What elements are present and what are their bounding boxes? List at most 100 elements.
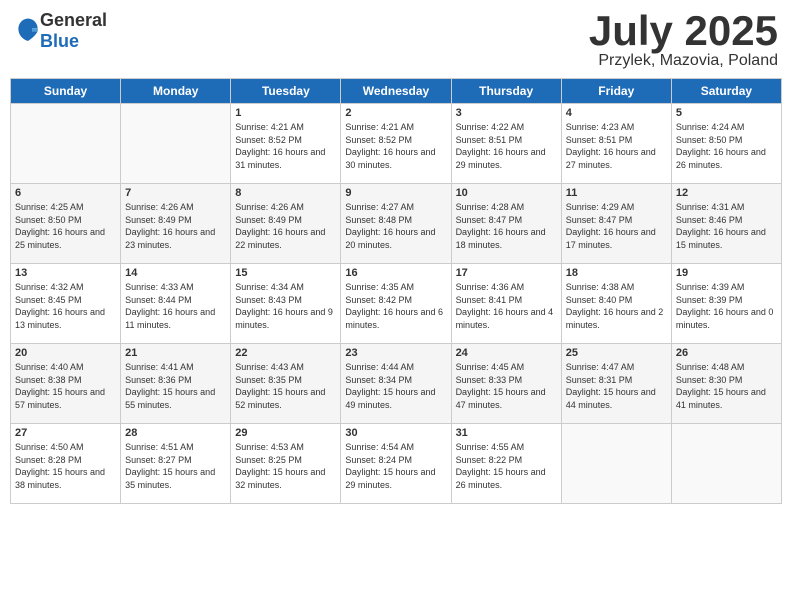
day-cell-2-4: 17Sunrise: 4:36 AM Sunset: 8:41 PM Dayli… bbox=[451, 264, 561, 344]
day-info-0-2: Sunrise: 4:21 AM Sunset: 8:52 PM Dayligh… bbox=[235, 121, 336, 171]
logo-blue-text: Blue bbox=[40, 31, 107, 52]
weekday-header-row: Sunday Monday Tuesday Wednesday Thursday… bbox=[11, 79, 782, 104]
day-number-3-2: 22 bbox=[235, 347, 336, 359]
header: General Blue July 2025 Przylek, Mazovia,… bbox=[10, 10, 782, 70]
day-cell-4-0: 27 Sunrise: 4:50 AM Sunset: 8:28 PM Dayli… bbox=[11, 424, 121, 504]
day-cell-3-5: 25 Sunrise: 4:47 AM Sunset: 8:31 PM Dayli… bbox=[561, 344, 671, 424]
day-cell-0-4: 3 Sunrise: 4:22 AM Sunset: 8:51 PM Daylig… bbox=[451, 104, 561, 184]
day-info-3-4: Sunrise: 4:45 AM Sunset: 8:33 PM Dayligh… bbox=[456, 361, 557, 411]
day-info-2-5: Sunrise: 4:38 AM Sunset: 8:40 PM Dayligh… bbox=[566, 281, 667, 331]
day-number-3-1: 21 bbox=[125, 347, 226, 359]
day-number-2-2: 15 bbox=[235, 267, 336, 279]
day-number-4-3: 30 bbox=[345, 427, 446, 439]
day-info-1-3: Sunrise: 4:27 AM Sunset: 8:48 PM Dayligh… bbox=[345, 201, 446, 251]
day-number-1-0: 6 bbox=[15, 187, 116, 199]
header-saturday: Saturday bbox=[671, 79, 781, 104]
day-info-2-2: Sunrise: 4:34 AM Sunset: 8:43 PM Dayligh… bbox=[235, 281, 336, 331]
day-cell-1-0: 6 Sunrise: 4:25 AM Sunset: 8:50 PM Daylig… bbox=[11, 184, 121, 264]
page: General Blue July 2025 Przylek, Mazovia,… bbox=[0, 0, 792, 612]
logo-text: General Blue bbox=[40, 10, 107, 52]
day-cell-2-1: 14 Sunrise: 4:33 AM Sunset: 8:44 PM Dayli… bbox=[121, 264, 231, 344]
day-info-4-0: Sunrise: 4:50 AM Sunset: 8:28 PM Dayligh… bbox=[15, 441, 116, 491]
day-info-3-5: Sunrise: 4:47 AM Sunset: 8:31 PM Dayligh… bbox=[566, 361, 667, 411]
day-info-1-4: Sunrise: 4:28 AM Sunset: 8:47 PM Dayligh… bbox=[456, 201, 557, 251]
calendar-table: Sunday Monday Tuesday Wednesday Thursday… bbox=[10, 78, 782, 504]
day-number-4-4: 31 bbox=[456, 427, 557, 439]
day-number-1-3: 9 bbox=[345, 187, 446, 199]
header-sunday: Sunday bbox=[11, 79, 121, 104]
day-cell-1-5: 11Sunrise: 4:29 AM Sunset: 8:47 PM Dayli… bbox=[561, 184, 671, 264]
day-cell-3-1: 21Sunrise: 4:41 AM Sunset: 8:36 PM Dayli… bbox=[121, 344, 231, 424]
day-number-0-2: 1 bbox=[235, 107, 336, 119]
day-number-3-6: 26 bbox=[676, 347, 777, 359]
day-info-1-6: Sunrise: 4:31 AM Sunset: 8:46 PM Dayligh… bbox=[676, 201, 777, 251]
calendar-body: 1 Sunrise: 4:21 AM Sunset: 8:52 PM Daylig… bbox=[11, 104, 782, 504]
day-number-3-5: 25 bbox=[566, 347, 667, 359]
day-number-1-1: 7 bbox=[125, 187, 226, 199]
day-info-1-0: Sunrise: 4:25 AM Sunset: 8:50 PM Dayligh… bbox=[15, 201, 116, 251]
day-cell-1-6: 12 Sunrise: 4:31 AM Sunset: 8:46 PM Dayli… bbox=[671, 184, 781, 264]
day-cell-1-2: 8 Sunrise: 4:26 AM Sunset: 8:49 PM Daylig… bbox=[231, 184, 341, 264]
day-cell-4-2: 29Sunrise: 4:53 AM Sunset: 8:25 PM Dayli… bbox=[231, 424, 341, 504]
logo-icon bbox=[16, 17, 40, 45]
week-row-3: 20Sunrise: 4:40 AM Sunset: 8:38 PM Dayli… bbox=[11, 344, 782, 424]
day-number-1-6: 12 bbox=[676, 187, 777, 199]
day-cell-4-3: 30Sunrise: 4:54 AM Sunset: 8:24 PM Dayli… bbox=[341, 424, 451, 504]
header-tuesday: Tuesday bbox=[231, 79, 341, 104]
day-number-0-5: 4 bbox=[566, 107, 667, 119]
header-thursday: Thursday bbox=[451, 79, 561, 104]
calendar-title: July 2025 bbox=[589, 10, 778, 52]
day-cell-0-2: 1 Sunrise: 4:21 AM Sunset: 8:52 PM Daylig… bbox=[231, 104, 341, 184]
day-info-3-3: Sunrise: 4:44 AM Sunset: 8:34 PM Dayligh… bbox=[345, 361, 446, 411]
day-number-0-3: 2 bbox=[345, 107, 446, 119]
day-cell-0-3: 2 Sunrise: 4:21 AM Sunset: 8:52 PM Daylig… bbox=[341, 104, 451, 184]
week-row-4: 27 Sunrise: 4:50 AM Sunset: 8:28 PM Dayli… bbox=[11, 424, 782, 504]
day-info-0-3: Sunrise: 4:21 AM Sunset: 8:52 PM Dayligh… bbox=[345, 121, 446, 171]
day-number-3-3: 23 bbox=[345, 347, 446, 359]
day-cell-2-2: 15 Sunrise: 4:34 AM Sunset: 8:43 PM Dayli… bbox=[231, 264, 341, 344]
day-info-2-3: Sunrise: 4:35 AM Sunset: 8:42 PM Dayligh… bbox=[345, 281, 446, 331]
day-number-2-5: 18 bbox=[566, 267, 667, 279]
day-cell-0-1 bbox=[121, 104, 231, 184]
day-number-2-6: 19 bbox=[676, 267, 777, 279]
day-number-1-5: 11 bbox=[566, 187, 667, 199]
week-row-2: 13Sunrise: 4:32 AM Sunset: 8:45 PM Dayli… bbox=[11, 264, 782, 344]
week-row-1: 6 Sunrise: 4:25 AM Sunset: 8:50 PM Daylig… bbox=[11, 184, 782, 264]
day-cell-3-2: 22 Sunrise: 4:43 AM Sunset: 8:35 PM Dayli… bbox=[231, 344, 341, 424]
day-cell-2-3: 16Sunrise: 4:35 AM Sunset: 8:42 PM Dayli… bbox=[341, 264, 451, 344]
day-cell-3-6: 26 Sunrise: 4:48 AM Sunset: 8:30 PM Dayli… bbox=[671, 344, 781, 424]
day-cell-0-0 bbox=[11, 104, 121, 184]
logo: General Blue bbox=[14, 10, 107, 52]
day-cell-2-0: 13Sunrise: 4:32 AM Sunset: 8:45 PM Dayli… bbox=[11, 264, 121, 344]
day-info-0-5: Sunrise: 4:23 AM Sunset: 8:51 PM Dayligh… bbox=[566, 121, 667, 171]
day-info-2-1: Sunrise: 4:33 AM Sunset: 8:44 PM Dayligh… bbox=[125, 281, 226, 331]
day-cell-4-4: 31Sunrise: 4:55 AM Sunset: 8:22 PM Dayli… bbox=[451, 424, 561, 504]
header-wednesday: Wednesday bbox=[341, 79, 451, 104]
day-cell-2-6: 19Sunrise: 4:39 AM Sunset: 8:39 PM Dayli… bbox=[671, 264, 781, 344]
day-cell-3-4: 24 Sunrise: 4:45 AM Sunset: 8:33 PM Dayli… bbox=[451, 344, 561, 424]
day-cell-3-3: 23 Sunrise: 4:44 AM Sunset: 8:34 PM Dayli… bbox=[341, 344, 451, 424]
day-number-4-1: 28 bbox=[125, 427, 226, 439]
day-info-2-4: Sunrise: 4:36 AM Sunset: 8:41 PM Dayligh… bbox=[456, 281, 557, 331]
day-number-4-0: 27 bbox=[15, 427, 116, 439]
day-info-3-6: Sunrise: 4:48 AM Sunset: 8:30 PM Dayligh… bbox=[676, 361, 777, 411]
week-row-0: 1 Sunrise: 4:21 AM Sunset: 8:52 PM Daylig… bbox=[11, 104, 782, 184]
day-info-1-2: Sunrise: 4:26 AM Sunset: 8:49 PM Dayligh… bbox=[235, 201, 336, 251]
day-info-3-2: Sunrise: 4:43 AM Sunset: 8:35 PM Dayligh… bbox=[235, 361, 336, 411]
day-number-0-6: 5 bbox=[676, 107, 777, 119]
header-friday: Friday bbox=[561, 79, 671, 104]
day-cell-1-4: 10 Sunrise: 4:28 AM Sunset: 8:47 PM Dayli… bbox=[451, 184, 561, 264]
day-cell-0-5: 4 Sunrise: 4:23 AM Sunset: 8:51 PM Daylig… bbox=[561, 104, 671, 184]
day-info-3-0: Sunrise: 4:40 AM Sunset: 8:38 PM Dayligh… bbox=[15, 361, 116, 411]
day-number-2-1: 14 bbox=[125, 267, 226, 279]
day-info-4-1: Sunrise: 4:51 AM Sunset: 8:27 PM Dayligh… bbox=[125, 441, 226, 491]
title-block: July 2025 Przylek, Mazovia, Poland bbox=[589, 10, 778, 70]
day-cell-1-3: 9 Sunrise: 4:27 AM Sunset: 8:48 PM Daylig… bbox=[341, 184, 451, 264]
day-number-1-4: 10 bbox=[456, 187, 557, 199]
day-number-0-4: 3 bbox=[456, 107, 557, 119]
day-info-0-4: Sunrise: 4:22 AM Sunset: 8:51 PM Dayligh… bbox=[456, 121, 557, 171]
calendar-header: Sunday Monday Tuesday Wednesday Thursday… bbox=[11, 79, 782, 104]
calendar-subtitle: Przylek, Mazovia, Poland bbox=[589, 52, 778, 70]
day-number-3-4: 24 bbox=[456, 347, 557, 359]
day-number-1-2: 8 bbox=[235, 187, 336, 199]
